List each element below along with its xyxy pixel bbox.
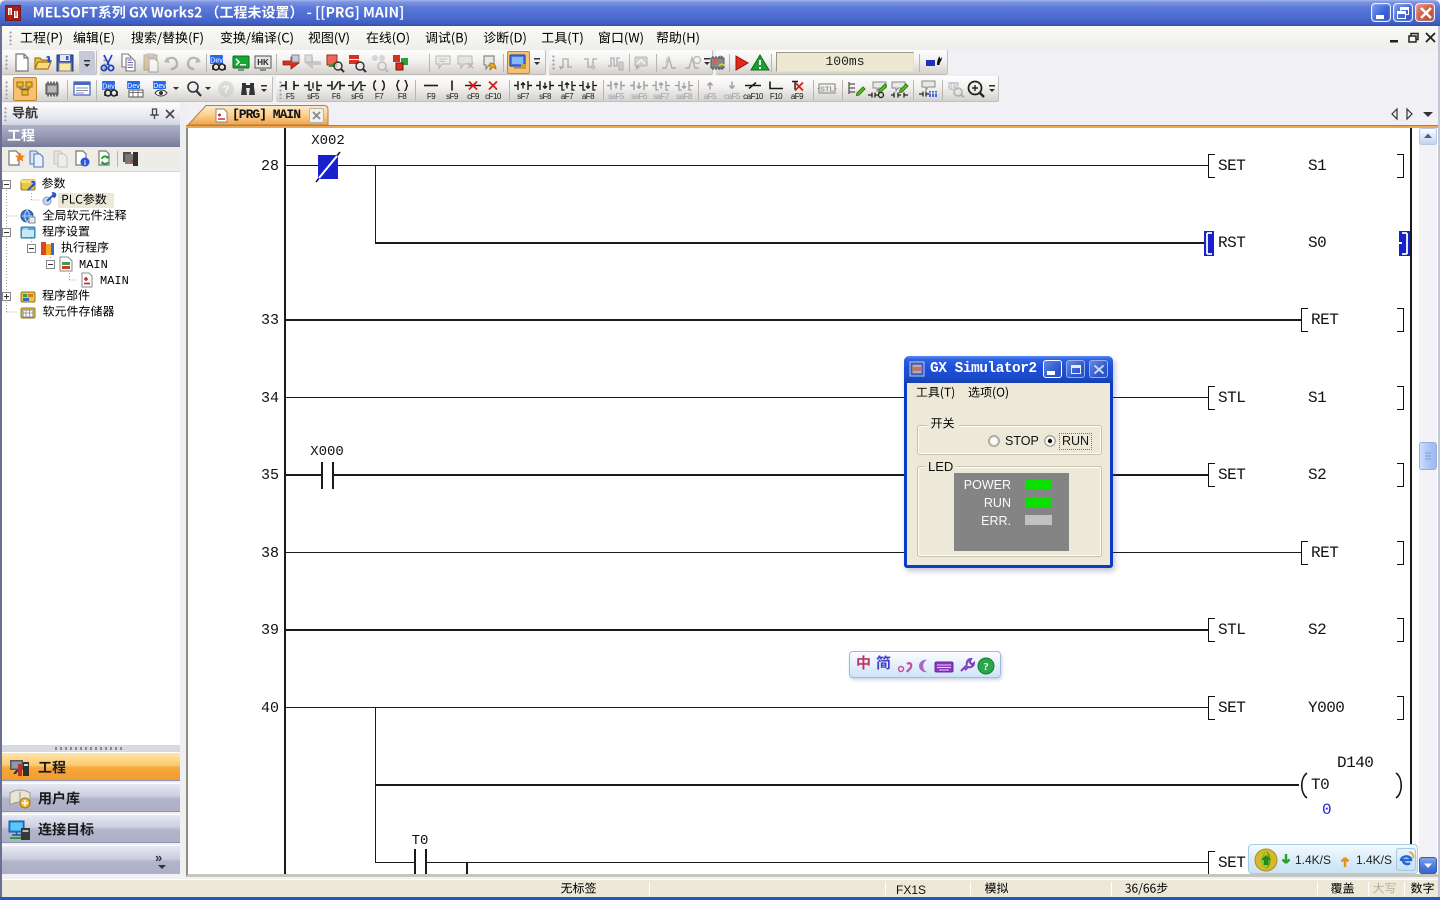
svg-text:A: A <box>665 56 671 65</box>
svg-text:i: i <box>84 159 86 167</box>
svg-text:DEV: DEV <box>947 84 961 91</box>
svg-text:STL: STL <box>820 85 835 94</box>
svg-text:Dev: Dev <box>153 83 166 90</box>
svg-text:?: ? <box>223 84 230 96</box>
svg-text:Dev: Dev <box>127 83 140 90</box>
svg-text:?: ? <box>983 661 989 673</box>
svg-text:HK: HK <box>257 58 269 67</box>
